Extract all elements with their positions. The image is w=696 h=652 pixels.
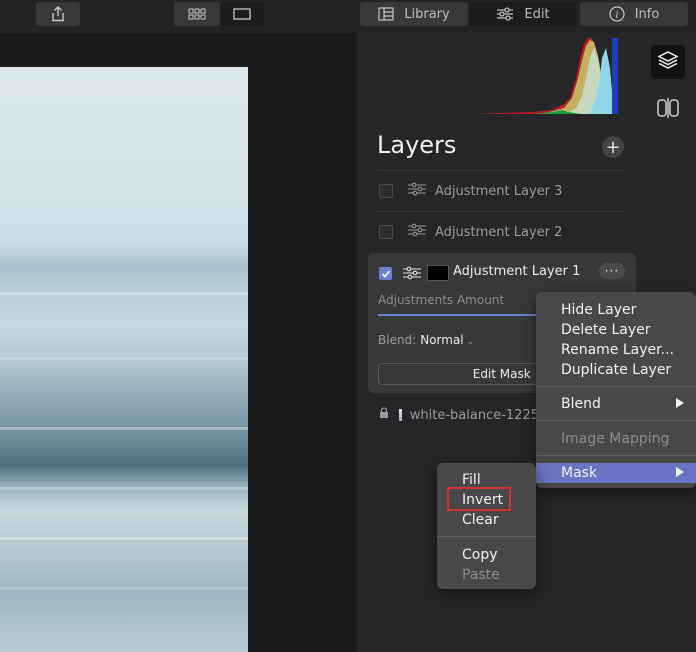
edit-mask-label: Edit Mask (472, 367, 531, 381)
layer-name: Adjustment Layer 1 (453, 264, 581, 279)
svg-text:i: i (615, 10, 618, 21)
menu-item-duplicate-layer[interactable]: Duplicate Layer (536, 360, 696, 380)
top-toolbar: Library Edit i Info (0, 0, 696, 33)
layer-visibility-checkbox[interactable] (379, 184, 393, 198)
grid-view-icon (188, 8, 206, 20)
library-icon (378, 7, 394, 21)
menu-item-delete-layer[interactable]: Delete Layer (536, 320, 696, 340)
base-layer-row[interactable]: white-balance-1225 (379, 405, 539, 425)
image-canvas[interactable] (0, 33, 357, 652)
more-options-button[interactable]: ··· (599, 263, 625, 279)
layer-thumbnail (399, 409, 402, 421)
layers-title: Layers (377, 131, 457, 159)
info-tab[interactable]: i Info (580, 2, 688, 26)
edit-tab[interactable]: Edit (470, 2, 576, 26)
invert-highlight-box (447, 487, 511, 511)
layers-icon (657, 50, 679, 74)
layer-row-2[interactable]: Adjustment Layer 2 (377, 212, 627, 252)
info-icon: i (609, 6, 625, 22)
add-layer-button[interactable]: + (602, 136, 624, 158)
adjustments-amount-label: Adjustments Amount (378, 293, 505, 307)
layers-tool-button[interactable] (651, 45, 685, 79)
menu-separator (437, 536, 536, 537)
menu-item-blend[interactable]: Blend (536, 394, 696, 414)
mask-thumbnail[interactable] (427, 265, 449, 281)
share-button[interactable] (36, 2, 80, 26)
blend-value[interactable]: Normal (420, 333, 463, 347)
adjustments-amount-slider[interactable] (378, 314, 538, 316)
chevron-down-icon: ⌄ (466, 337, 475, 347)
grid-view-button[interactable] (174, 2, 220, 26)
layer-name: Adjustment Layer 2 (435, 224, 563, 240)
info-label: Info (634, 6, 660, 22)
library-label: Library (404, 6, 450, 22)
menu-separator (536, 420, 696, 421)
menu-item-clear[interactable]: Clear (437, 510, 536, 530)
mask-submenu: Fill Invert Clear Copy Paste (437, 463, 536, 589)
adjustment-icon (407, 182, 427, 200)
menu-item-image-mapping: Image Mapping (561, 431, 670, 447)
menu-item-hide-layer[interactable]: Hide Layer (536, 300, 696, 320)
lock-icon (379, 407, 389, 423)
menu-item-copy[interactable]: Copy (437, 545, 536, 565)
layer-visibility-checkbox[interactable] (379, 267, 392, 280)
layer-name: Adjustment Layer 3 (435, 183, 563, 199)
sliders-icon (496, 7, 514, 21)
edit-label: Edit (524, 6, 550, 22)
photo-preview (0, 67, 248, 652)
submenu-arrow-icon (676, 398, 684, 408)
menu-item-paste: Paste (462, 567, 500, 583)
adjustment-icon (407, 223, 427, 241)
layer-row-3[interactable]: Adjustment Layer 3 (377, 171, 627, 211)
compare-icon (656, 97, 680, 123)
library-tab[interactable]: Library (360, 2, 468, 26)
menu-separator (536, 386, 696, 387)
blend-control[interactable]: Blend: Normal ⌄ (378, 333, 474, 347)
layer-name: white-balance-1225 (409, 407, 539, 423)
menu-item-mask[interactable]: Mask (536, 463, 696, 483)
histogram (472, 38, 618, 114)
compare-tool-button[interactable] (651, 93, 685, 127)
share-icon (51, 6, 65, 22)
blend-label: Blend: (378, 333, 417, 347)
menu-item-rename-layer[interactable]: Rename Layer... (536, 340, 696, 360)
menu-separator (536, 455, 696, 456)
single-view-button[interactable] (220, 2, 264, 26)
single-view-icon (233, 8, 251, 20)
adjustment-icon (402, 265, 422, 284)
edit-mask-button[interactable]: Edit Mask⌄ (378, 363, 556, 385)
submenu-arrow-icon (676, 467, 684, 477)
layer-visibility-checkbox[interactable] (379, 225, 393, 239)
layer-context-menu: Hide Layer Delete Layer Rename Layer... … (536, 292, 696, 488)
